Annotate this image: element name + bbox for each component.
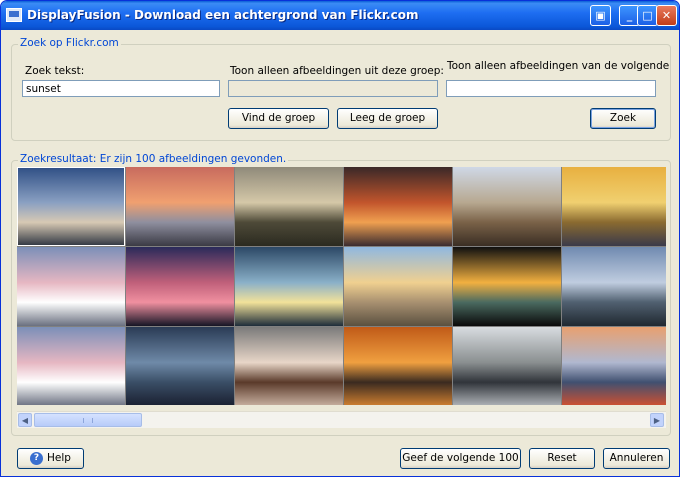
results-grid[interactable] bbox=[17, 167, 666, 405]
search-text-label: Zoek tekst: bbox=[25, 65, 85, 77]
dialog-client: Zoek op Flickr.com Zoek tekst: Toon alle… bbox=[4, 30, 676, 474]
help-button-label: Help bbox=[47, 452, 71, 464]
search-text-input[interactable] bbox=[22, 80, 220, 97]
scroll-thumb[interactable] bbox=[34, 413, 142, 427]
result-thumbnail[interactable] bbox=[126, 167, 234, 246]
result-thumbnail[interactable] bbox=[562, 247, 666, 326]
extra-window-button[interactable]: ▣ bbox=[590, 5, 611, 26]
group-filter-input[interactable] bbox=[228, 80, 438, 97]
result-thumbnail[interactable] bbox=[17, 247, 125, 326]
help-button[interactable]: ? Help bbox=[17, 448, 84, 469]
user-filter-input[interactable] bbox=[446, 80, 656, 97]
result-thumbnail[interactable] bbox=[235, 247, 343, 326]
next-100-button[interactable]: Geef de volgende 100 bbox=[400, 448, 521, 469]
window-title: DisplayFusion - Download een achtergrond… bbox=[27, 8, 419, 22]
find-group-button[interactable]: Vind de groep bbox=[228, 108, 329, 129]
close-button[interactable]: ✕ bbox=[656, 5, 677, 26]
clear-group-button[interactable]: Leeg de groep bbox=[337, 108, 438, 129]
scroll-right-icon[interactable]: ▶ bbox=[650, 413, 664, 427]
cancel-button[interactable]: Annuleren bbox=[603, 448, 670, 469]
result-thumbnail[interactable] bbox=[17, 327, 125, 405]
search-groupbox: Zoek op Flickr.com Zoek tekst: Toon alle… bbox=[11, 37, 671, 141]
result-thumbnail[interactable] bbox=[17, 167, 125, 246]
user-filter-label: Toon alleen afbeeldingen van de volgende bbox=[447, 60, 670, 72]
scroll-left-icon[interactable]: ◀ bbox=[18, 413, 32, 427]
reset-button[interactable]: Reset bbox=[529, 448, 595, 469]
displayfusion-window: DisplayFusion - Download een achtergrond… bbox=[0, 0, 680, 477]
result-thumbnail[interactable] bbox=[126, 247, 234, 326]
result-thumbnail[interactable] bbox=[235, 167, 343, 246]
result-thumbnail[interactable] bbox=[344, 247, 452, 326]
result-thumbnail[interactable] bbox=[562, 327, 666, 405]
result-thumbnail[interactable] bbox=[453, 247, 561, 326]
title-bar[interactable]: DisplayFusion - Download een achtergrond… bbox=[1, 1, 679, 30]
horizontal-scrollbar[interactable]: ◀ ▶ bbox=[17, 411, 666, 428]
result-thumbnail[interactable] bbox=[344, 327, 452, 405]
result-thumbnail[interactable] bbox=[453, 167, 561, 246]
maximize-button[interactable]: □ bbox=[637, 5, 658, 26]
app-icon bbox=[6, 8, 22, 22]
search-group-title: Zoek op Flickr.com bbox=[18, 37, 121, 49]
result-thumbnail[interactable] bbox=[235, 327, 343, 405]
group-filter-label: Toon alleen afbeeldingen uit deze groep: bbox=[230, 65, 444, 77]
result-thumbnail[interactable] bbox=[453, 327, 561, 405]
results-group-title: Zoekresultaat: Er zijn 100 afbeeldingen … bbox=[18, 153, 289, 165]
result-thumbnail[interactable] bbox=[126, 327, 234, 405]
search-button[interactable]: Zoek bbox=[590, 108, 656, 129]
help-icon: ? bbox=[30, 451, 44, 465]
result-thumbnail[interactable] bbox=[562, 167, 666, 246]
result-thumbnail[interactable] bbox=[344, 167, 452, 246]
